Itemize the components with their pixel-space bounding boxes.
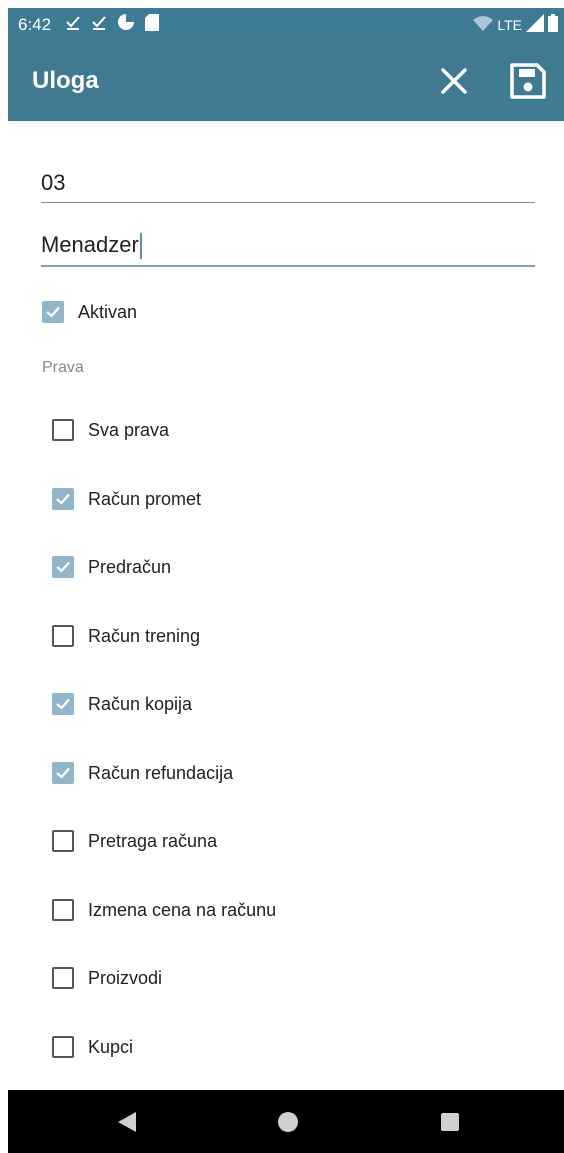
right-label: Kupci [88,1036,134,1057]
rights-section-label: Prava [42,359,84,376]
check-icon [56,698,70,710]
signal-icon [526,14,544,35]
code-field[interactable]: 03 [41,165,535,203]
right-checkbox[interactable] [52,1036,74,1058]
right-item[interactable]: Račun refundacija [52,762,233,784]
close-icon [441,68,467,94]
page-title: Uloga [32,67,99,94]
data-saver-icon [117,13,135,36]
right-item[interactable]: Račun trening [52,625,200,647]
name-field[interactable]: Menadzer [41,227,535,267]
right-label: Pretraga računa [88,830,218,851]
recents-button[interactable] [438,1110,462,1139]
right-checkbox[interactable] [52,967,74,989]
right-label: Sva prava [88,419,170,440]
right-item[interactable]: Izmena cena na računu [52,899,276,921]
right-item[interactable]: Sva prava [52,419,169,441]
active-label: Aktivan [78,301,138,322]
active-checkbox[interactable] [42,301,64,323]
network-type: LTE [497,16,522,33]
form-content: 03 Menadzer Aktivan Prava Sva prava Račun… [8,121,564,1090]
right-checkbox[interactable] [52,899,74,921]
battery-icon [548,14,558,35]
right-label: Račun kopija [88,693,193,714]
status-bar: 6:42 LTE [8,8,564,41]
name-value: Menadzer [41,232,139,257]
active-checkbox-row[interactable]: Aktivan [42,301,137,323]
right-checkbox[interactable] [52,830,74,852]
code-value: 03 [41,170,66,195]
download-done-icon [91,14,107,35]
wifi-icon [473,15,494,34]
right-item[interactable]: Račun kopija [52,693,192,715]
text-caret [139,233,142,260]
right-checkbox[interactable] [52,488,74,510]
home-button[interactable] [276,1110,300,1139]
recents-icon [441,1113,459,1131]
save-button[interactable] [508,61,548,101]
right-label: Predračun [88,556,172,577]
check-icon [56,767,70,779]
right-item[interactable]: Pretraga računa [52,830,217,852]
right-label: Račun refundacija [88,762,234,783]
right-checkbox[interactable] [52,693,74,715]
right-item[interactable]: Predračun [52,556,171,578]
code-underline [41,202,535,203]
close-button[interactable] [434,61,474,101]
sd-card-icon [145,13,160,36]
app-bar: Uloga [8,41,564,121]
right-item[interactable]: Proizvodi [52,967,162,989]
right-item[interactable]: Kupci [52,1036,133,1058]
status-time: 6:42 [18,14,52,34]
navigation-bar [8,1090,564,1153]
right-item[interactable]: Račun promet [52,488,201,510]
right-checkbox[interactable] [52,419,74,441]
name-underline [41,265,535,267]
right-label: Proizvodi [88,967,163,988]
check-icon [46,306,60,318]
back-button[interactable] [114,1110,138,1139]
back-icon [118,1112,136,1132]
right-label: Račun trening [88,625,201,646]
right-label: Račun promet [88,488,202,509]
right-label: Izmena cena na računu [88,899,277,920]
check-icon [56,561,70,573]
home-icon [278,1112,298,1132]
download-done-icon [65,14,81,35]
save-icon [510,63,546,99]
right-checkbox[interactable] [52,556,74,578]
right-checkbox[interactable] [52,762,74,784]
check-icon [56,493,70,505]
right-checkbox[interactable] [52,625,74,647]
